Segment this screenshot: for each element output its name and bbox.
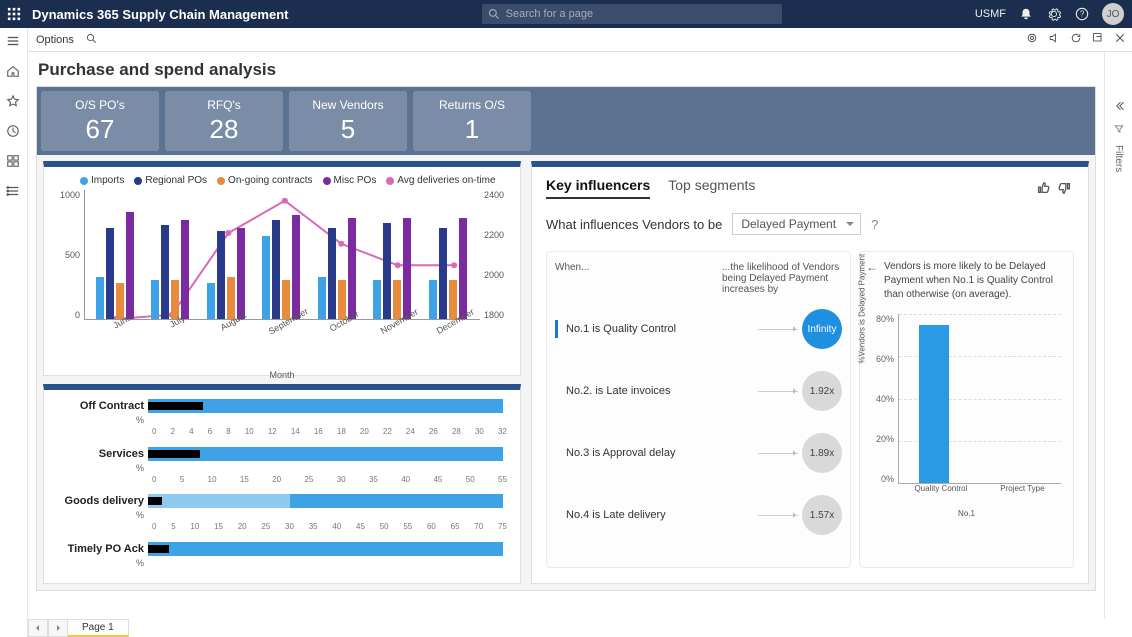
ki-question: What influences Vendors to be Delayed Pa… [546,213,1074,235]
left-nav-rail [0,28,28,637]
ki-item[interactable]: No.3 is Approval delay1.89x [555,433,842,473]
org-name[interactable]: USMF [975,8,1006,20]
ki-item[interactable]: No.2. is Late invoices1.92x [555,371,842,411]
dashboard: O/S PO's67 RFQ's28 New Vendors5 Returns … [36,86,1096,591]
ki-outcome-select[interactable]: Delayed Payment [732,213,861,235]
y-axis-left: 10005000 [52,190,84,320]
refresh-icon[interactable] [1070,32,1082,47]
global-search[interactable] [482,4,782,24]
page-title: Purchase and spend analysis [28,52,1104,86]
app-title: Dynamics 365 Supply Chain Management [32,7,288,22]
recent-icon[interactable] [6,124,22,140]
filter-icon[interactable] [1114,123,1124,137]
back-arrow-icon[interactable]: ← [866,260,878,274]
right-rail: Filters [1104,52,1132,619]
svg-text:?: ? [1080,10,1085,19]
ki-influencer-list: When... ...the likelihood of Vendors bei… [546,251,851,568]
attach-icon[interactable] [1026,32,1038,47]
ki-item[interactable]: No.4 is Late delivery1.57x [555,495,842,535]
chart-legend: Imports Regional POs On-going contracts … [80,175,512,186]
expand-rail-icon[interactable] [1113,100,1125,115]
top-bar: Dynamics 365 Supply Chain Management USM… [0,0,1132,28]
thumbs-up-icon[interactable] [1036,181,1050,198]
filters-label[interactable]: Filters [1113,145,1124,172]
kpi-card-rfqs[interactable]: RFQ's28 [165,91,283,151]
search-icon [488,8,500,20]
tab-key-influencers[interactable]: Key influencers [546,177,650,199]
help-icon[interactable]: ? [1074,6,1090,22]
x-axis-label: Month [52,370,512,380]
options-menu[interactable]: Options [36,34,74,46]
page-tab-1[interactable]: Page 1 [68,619,129,637]
chart-plot-area: JuneJulyAugustSeptemberOctoberNovemberDe… [84,190,480,320]
key-influencers-panel[interactable]: Key influencers Top segments What influe… [531,161,1089,584]
hamburger-icon[interactable] [6,34,22,50]
app-launcher-icon[interactable] [0,0,28,28]
options-bar: Options [0,28,1132,52]
home-icon[interactable] [6,64,22,80]
bullet-row: Services%0510152025303540455055 [54,446,510,484]
kpi-card-os-pos[interactable]: O/S PO's67 [41,91,159,151]
user-avatar[interactable]: JO [1102,3,1124,25]
next-page-button[interactable] [48,619,68,637]
ki-help-icon[interactable]: ? [871,217,878,232]
popout-icon[interactable] [1092,32,1104,47]
tab-top-segments[interactable]: Top segments [668,177,755,199]
ki-mini-chart: %Vendors is Delayed Payment 80%60%40%20%… [868,314,1065,514]
close-icon[interactable] [1114,32,1126,47]
options-search-icon[interactable] [86,33,97,47]
settings-icon[interactable] [1046,6,1062,22]
bullet-row: Timely PO Ack% [54,541,510,570]
y-axis-right: 2400220020001800 [480,190,512,320]
ki-item[interactable]: No.1 is Quality ControlInfinity [555,309,842,349]
top-right-actions: USMF ? JO [975,3,1124,25]
bullet-chart-panel[interactable]: Off Contract%024681012141618202224262830… [43,384,521,584]
notifications-icon[interactable] [1018,6,1034,22]
ki-detail-text: Vendors is more likely to be Delayed Pay… [884,260,1065,302]
ki-detail-pane: ← Vendors is more likely to be Delayed P… [859,251,1074,568]
kpi-card-new-vendors[interactable]: New Vendors5 [289,91,407,151]
page-tabs: Page 1 [28,619,129,637]
kpi-row: O/S PO's67 RFQ's28 New Vendors5 Returns … [37,87,1095,155]
monthly-chart-panel[interactable]: Imports Regional POs On-going contracts … [43,161,521,376]
prev-page-button[interactable] [28,619,48,637]
ki-tabs: Key influencers Top segments [546,177,1074,199]
main-content: Purchase and spend analysis O/S PO's67 R… [28,52,1104,619]
bullet-row: Goods delivery%0510152025303540455055606… [54,494,510,532]
search-input[interactable] [506,8,776,20]
bullet-row: Off Contract%024681012141618202224262830… [54,398,510,436]
workspaces-icon[interactable] [6,154,22,170]
thumbs-down-icon[interactable] [1058,181,1072,198]
sound-icon[interactable] [1048,32,1060,47]
modules-icon[interactable] [6,184,22,200]
kpi-card-returns[interactable]: Returns O/S1 [413,91,531,151]
favorites-icon[interactable] [6,94,22,110]
